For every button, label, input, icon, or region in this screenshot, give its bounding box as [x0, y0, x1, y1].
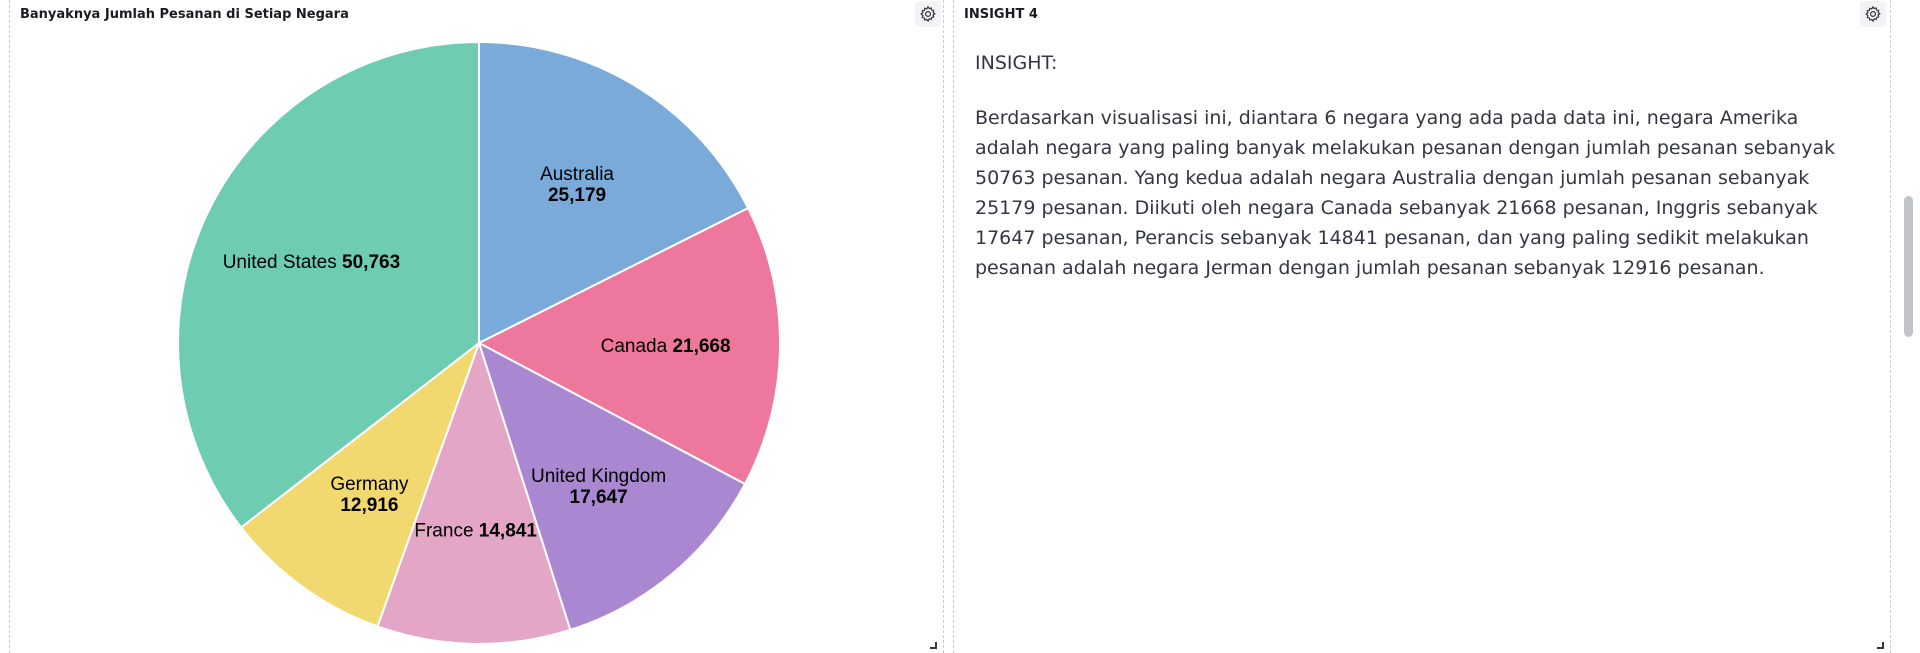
slice-label-france: France 14,841 [414, 521, 537, 542]
slice-value-united-states: 50,763 [342, 252, 400, 273]
slice-value-united-kingdom: 17,647 [570, 487, 628, 508]
slice-value-germany: 12,916 [340, 495, 398, 516]
slice-label-text-canada: Canada [601, 336, 673, 357]
pie-chart: Australia25,179 Canada 21,668 United Kingd… [177, 40, 781, 645]
slice-label-germany: Germany [330, 474, 409, 495]
insight-panel-title: INSIGHT 4 [964, 7, 1038, 22]
slice-label-text-france: France [414, 521, 478, 542]
page-scrollbar-thumb[interactable] [1904, 196, 1913, 337]
slice-label-text-united-states: United States [223, 252, 342, 273]
panel-resize-handle[interactable] [1877, 642, 1884, 649]
insight-body-text: Berdasarkan visualisasi ini, diantara 6 … [975, 107, 1836, 279]
panel-resize-handle[interactable] [930, 642, 937, 649]
gear-icon [1865, 5, 1881, 23]
slice-value-australia: 25,179 [548, 185, 606, 206]
insight-heading: INSIGHT: [975, 52, 1058, 74]
insight-panel: INSIGHT 4 INSIGHT: Berdasarkan visualisa… [953, 0, 1891, 653]
slice-label-united-states: United States 50,763 [223, 252, 400, 273]
panel-settings-button[interactable] [1860, 1, 1886, 27]
slice-label-united-kingdom: United Kingdom [531, 466, 666, 487]
slice-label-canada: Canada 21,668 [601, 336, 731, 357]
slice-value-canada: 21,668 [672, 336, 730, 357]
slice-label-australia: Australia [540, 164, 614, 185]
chart-panel: Banyaknya Jumlah Pesanan di Setiap Negar… [9, 0, 944, 653]
slice-value-france: 14,841 [479, 521, 538, 542]
